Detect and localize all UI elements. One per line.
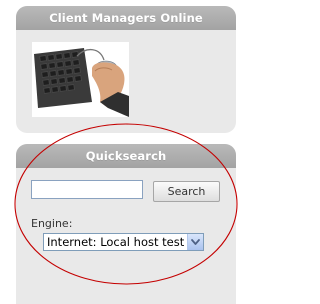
client-managers-header: Client Managers Online	[16, 6, 236, 30]
engine-selected-value: Internet: Local host test	[47, 235, 185, 249]
chevron-down-icon[interactable]	[187, 234, 203, 250]
quicksearch-header: Quicksearch	[16, 144, 236, 168]
quicksearch-panel: Quicksearch Search Engine: Internet: Loc…	[16, 144, 236, 304]
engine-select[interactable]: Internet: Local host test	[43, 233, 204, 251]
search-button[interactable]: Search	[153, 181, 220, 202]
client-managers-panel: Client Managers Online	[16, 6, 236, 133]
keyboard-mouse-photo	[32, 42, 129, 117]
search-input[interactable]	[31, 180, 143, 199]
engine-label: Engine:	[31, 217, 73, 230]
